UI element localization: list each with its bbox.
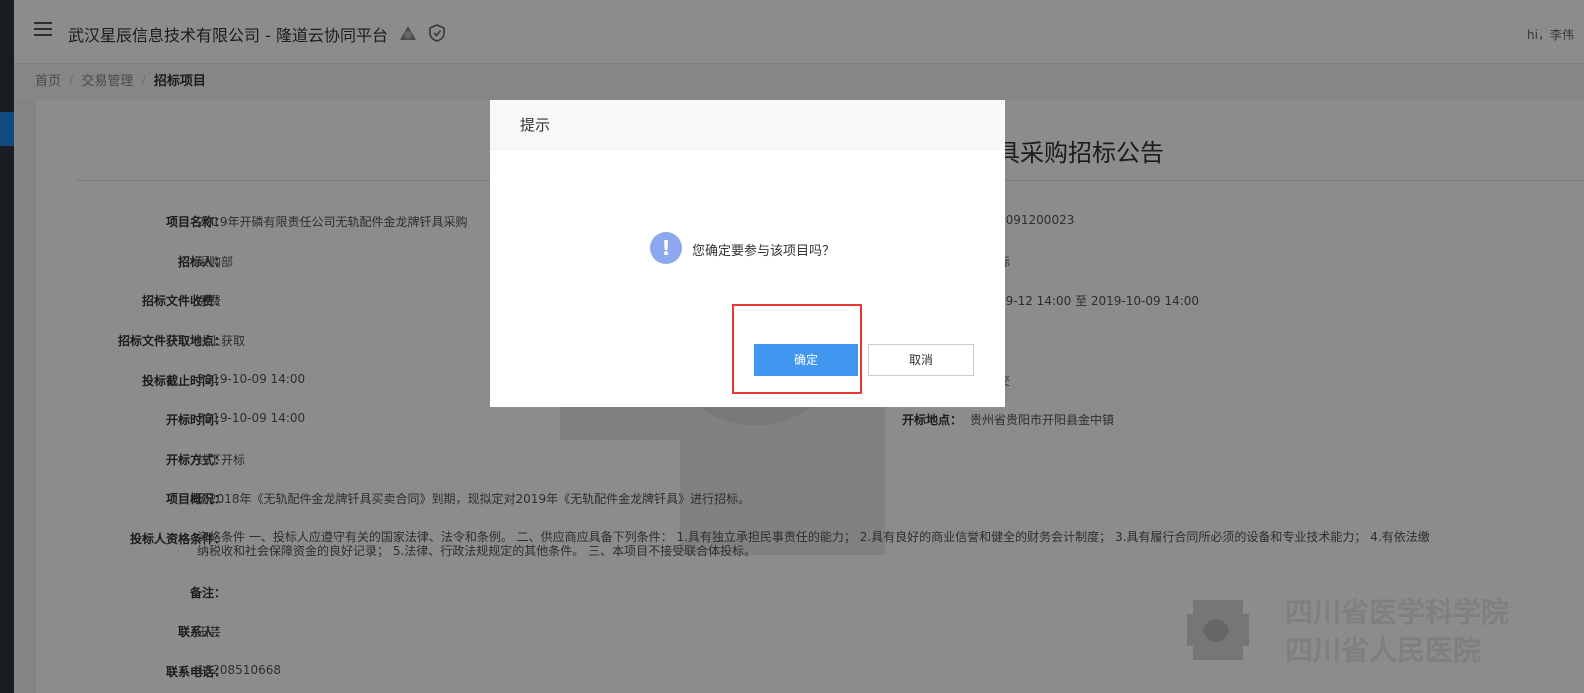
cancel-button[interactable]: 取消: [868, 344, 974, 376]
dialog-message: 您确定要参与该项目吗？: [692, 244, 836, 259]
exclamation-icon: !: [650, 232, 682, 264]
dialog-title: 提示: [490, 100, 1005, 150]
annotation-highlight-box: [732, 304, 862, 394]
